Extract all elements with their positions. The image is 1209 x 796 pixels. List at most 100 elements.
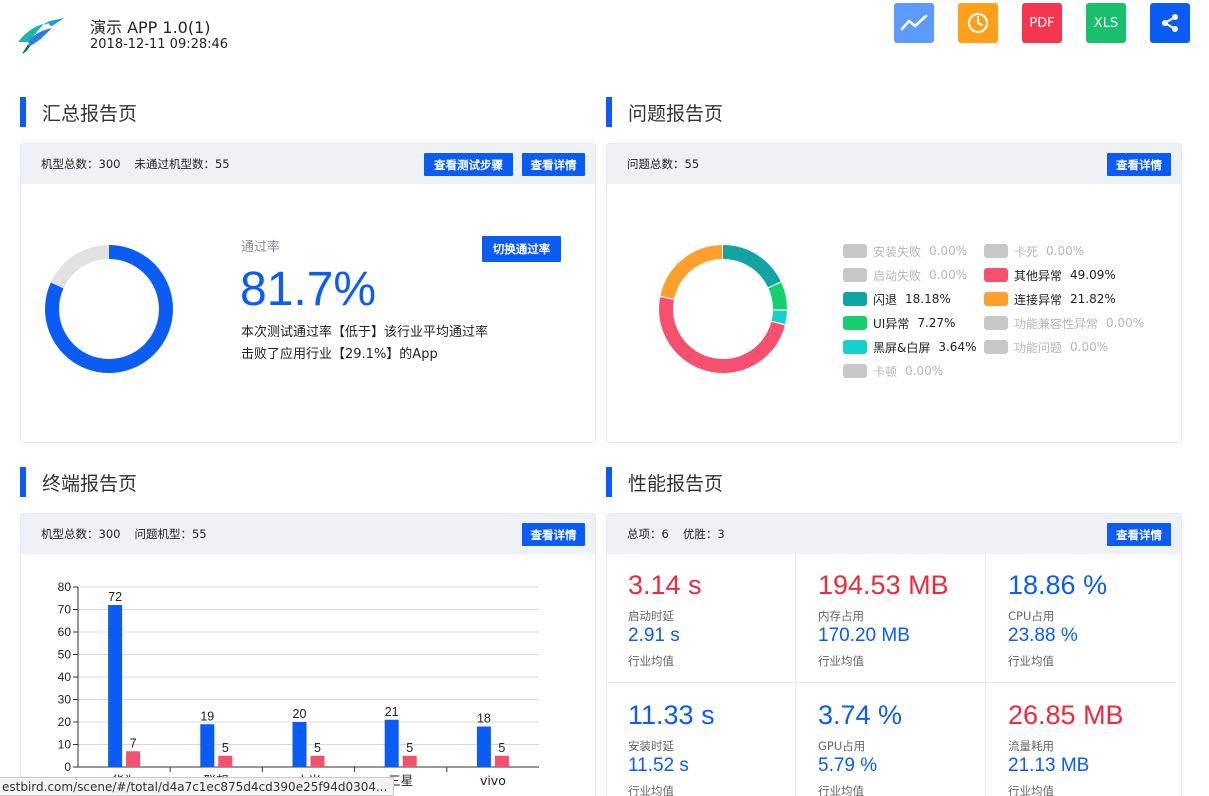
status-bar-url: estbird.com/scene/#/total/d4a7c1ec875d4c… [0,777,395,796]
bar[interactable] [476,726,491,768]
legend-value: 0.00% [1106,316,1145,330]
bar-value-label: 5 [498,741,505,755]
perf-metric-cell: 11.33 s 安装时延 11.52 s 行业均值 [607,684,796,796]
legend-label: 功能兼容性异常 [1014,316,1099,331]
failed-models-count: 55 [214,157,230,171]
clock-icon [968,13,988,33]
y-tick-label: 0 [64,760,71,774]
share-icon [1162,14,1178,32]
bar[interactable] [494,755,509,767]
perf-industry-avg-label: 行业均值 [818,654,864,668]
performance-view-details-button[interactable]: 查看详情 [1107,523,1171,546]
perf-industry-avg-value: 2.91 s [628,625,680,646]
legend-swatch [984,244,1008,258]
legend-label: 其他异常 [1014,268,1063,283]
y-tick-label: 50 [58,648,72,662]
legend-swatch [984,292,1008,306]
legend-label: 卡死 [1014,244,1039,259]
legend-swatch [984,316,1008,330]
perf-metric-cell: 194.53 MB 内存占用 170.20 MB 行业均值 [797,554,986,683]
app-title: 演示 APP 1.0(1) [90,18,211,37]
problem-type-donut [659,245,787,373]
y-tick-label: 80 [58,580,72,594]
terminal-view-details-button[interactable]: 查看详情 [522,523,585,546]
problems-section-title: 问题报告页 [606,97,723,127]
bar-value-label: 5 [406,741,413,755]
problems-card-header: 问题总数：55 [607,144,1181,184]
perf-industry-avg-label: 行业均值 [628,784,674,796]
problem-models-count: 55 [191,527,207,541]
view-test-steps-button[interactable]: 查看测试步骤 [424,153,513,176]
legend-value: 0.00% [929,244,968,258]
history-button[interactable] [958,3,998,43]
export-pdf-button[interactable]: PDF [1022,3,1062,43]
legend-value: 0.00% [1070,340,1109,354]
legend-item[interactable]: 连接异常 21.82% [984,291,1116,307]
bar-value-label: 20 [293,707,307,721]
bar-value-label: 19 [200,709,214,723]
legend-item[interactable]: 功能问题 0.00% [984,339,1108,355]
perf-metric-label: 流量耗用 [1008,739,1054,753]
perf-industry-avg-label: 行业均值 [628,654,674,668]
bar[interactable] [126,751,141,767]
y-tick-label: 60 [58,625,72,639]
bar[interactable] [108,605,123,767]
perf-metric-value: 3.74 % [818,700,903,730]
perf-industry-avg-label: 行业均值 [1008,784,1054,796]
terminal-total-count: 300 [98,527,121,541]
legend-item[interactable]: 黑屏&白屏 3.64% [843,339,976,355]
legend-item[interactable]: 卡死 0.00% [984,243,1084,259]
perf-industry-avg-value: 21.13 MB [1008,755,1090,776]
summary-section-title: 汇总报告页 [20,97,137,127]
bar[interactable] [310,755,325,767]
bar[interactable] [292,722,307,767]
pass-rate-value: 81.7% [240,263,377,316]
legend-swatch [843,316,867,330]
problems-card: 问题总数：55 查看详情 安装失败 0.00% 卡死 0.00% 启动失败 0.00% 其他… [606,143,1182,443]
legend-item[interactable]: 闪退 18.18% [843,291,951,307]
pass-rate-comparison: 本次测试通过率【低于】该行业平均通过率 [241,325,489,340]
perf-industry-avg-label: 行业均值 [1008,654,1054,668]
perf-metric-value: 26.85 MB [1008,700,1124,730]
perf-win-count: 3 [717,527,725,541]
legend-item[interactable]: 卡顿 0.00% [843,363,943,379]
bar[interactable] [384,719,399,767]
legend-item[interactable]: 其他异常 49.09% [984,267,1116,283]
legend-item[interactable]: 功能兼容性异常 0.00% [984,315,1144,331]
legend-item[interactable]: 安装失败 0.00% [843,243,967,259]
bar-value-label: 5 [222,741,229,755]
perf-metric-value: 18.86 % [1008,570,1108,600]
performance-card-header: 总项：6 优胜：3 [607,514,1181,554]
switch-pass-rate-button[interactable]: 切换通过率 [482,236,561,262]
legend-swatch [843,268,867,282]
legend-value: 3.64% [938,340,977,354]
legend-item[interactable]: 启动失败 0.00% [843,267,967,283]
trend-chart-button[interactable] [894,3,934,43]
perf-metric-value: 3.14 s [628,570,702,600]
share-button[interactable] [1150,3,1190,43]
perf-metric-cell: 18.86 % CPU占用 23.88 % 行业均值 [987,554,1176,683]
summary-view-details-button[interactable]: 查看详情 [522,153,585,176]
perf-industry-avg-value: 23.88 % [1008,625,1078,646]
pass-rate-donut [45,245,173,373]
perf-metric-label: 启动时延 [628,609,674,623]
perf-industry-avg-label: 行业均值 [818,784,864,796]
bar[interactable] [200,724,215,767]
problems-view-details-button[interactable]: 查看详情 [1107,153,1171,176]
legend-swatch [843,244,867,258]
hummingbird-logo-icon [18,18,64,54]
terminal-card-header: 机型总数：300 问题机型：55 [21,514,595,554]
export-xls-button[interactable]: XLS [1086,3,1126,43]
bar[interactable] [218,755,233,767]
perf-metric-label: GPU占用 [818,739,866,753]
bar[interactable] [402,755,417,767]
legend-item[interactable]: UI异常 7.27% [843,315,955,331]
performance-card: 总项：6 优胜：3 查看详情 3.14 s 启动时延 2.91 s 行业均值 194.5… [606,513,1182,796]
legend-swatch [843,340,867,354]
perf-metric-value: 11.33 s [628,700,715,730]
trend-icon [900,14,928,31]
perf-metric-cell: 3.14 s 启动时延 2.91 s 行业均值 [607,554,796,683]
perf-metric-label: 内存占用 [818,609,864,623]
bar-value-label: 7 [130,736,137,750]
y-tick-label: 40 [58,670,72,684]
